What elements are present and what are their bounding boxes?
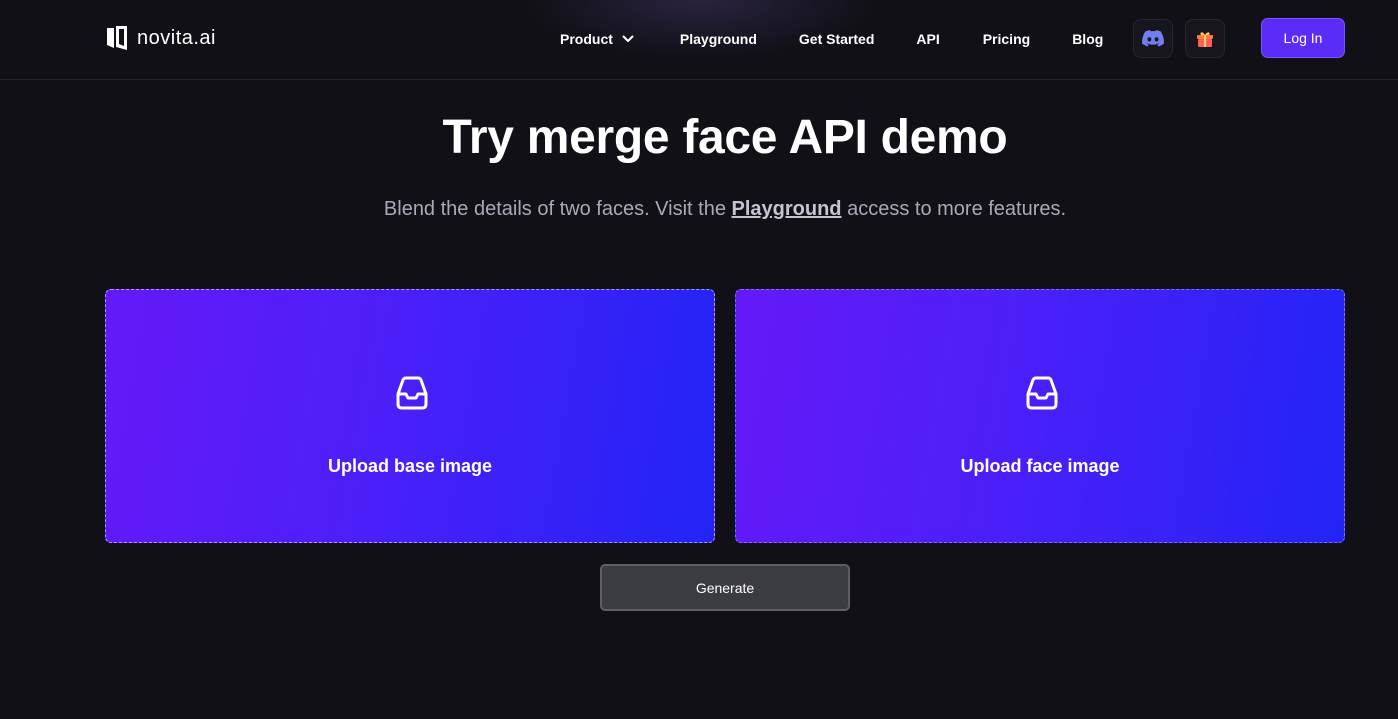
playground-link[interactable]: Playground xyxy=(732,198,842,220)
nav-pricing[interactable]: Pricing xyxy=(983,31,1030,47)
gift-button[interactable] xyxy=(1185,19,1225,58)
subtitle-text-after: access to more features. xyxy=(841,198,1067,220)
top-nav-bar: novita.ai Product Playground Get Started… xyxy=(0,0,1398,80)
main-nav: Product Playground Get Started API Prici… xyxy=(560,0,1103,78)
novita-logo-icon xyxy=(107,26,127,50)
logo[interactable]: novita.ai xyxy=(105,24,216,52)
gift-icon xyxy=(1197,31,1213,47)
logo-text: novita.ai xyxy=(137,26,216,49)
upload-face-image-dropzone[interactable]: Upload face image xyxy=(735,289,1345,543)
discord-icon xyxy=(1142,30,1164,47)
page: novita.ai Product Playground Get Started… xyxy=(0,0,1398,719)
nav-product[interactable]: Product xyxy=(560,31,635,47)
inbox-icon xyxy=(1026,376,1058,410)
upload-face-image-label: Upload face image xyxy=(960,456,1120,476)
subtitle-text-before: Blend the details of two faces. Visit th… xyxy=(383,198,732,220)
inbox-icon xyxy=(396,376,428,410)
nav-blog[interactable]: Blog xyxy=(1072,31,1103,47)
upload-base-image-dropzone[interactable]: Upload base image xyxy=(105,289,715,543)
chevron-down-icon xyxy=(622,35,634,42)
login-button[interactable]: Log In xyxy=(1261,18,1345,58)
nav-playground[interactable]: Playground xyxy=(680,31,757,47)
upload-base-image-label: Upload base image xyxy=(327,456,493,476)
discord-button[interactable] xyxy=(1133,19,1173,58)
page-subtitle: Blend the details of two faces. Visit th… xyxy=(0,198,1398,221)
generate-button[interactable]: Generate xyxy=(600,564,850,611)
page-title: Try merge face API demo xyxy=(442,111,1008,164)
nav-api[interactable]: API xyxy=(916,31,939,47)
nav-product-label: Product xyxy=(560,31,613,47)
nav-get-started[interactable]: Get Started xyxy=(799,31,874,47)
